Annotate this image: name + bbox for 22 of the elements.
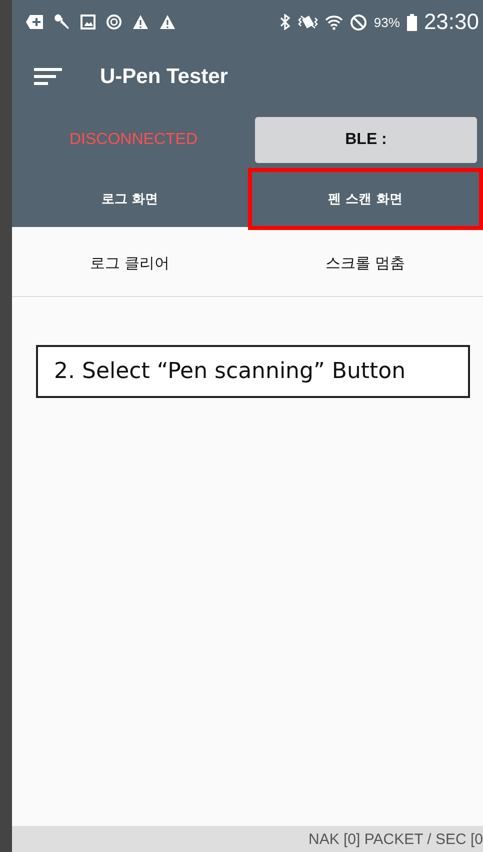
wifi-icon [324, 14, 343, 30]
image-icon [80, 14, 96, 30]
battery-percent: 93% [374, 14, 400, 30]
connection-status: DISCONNECTED [68, 131, 198, 149]
vibrate-icon [298, 14, 318, 30]
battery-icon [406, 14, 417, 30]
packet-stats: NAK [0] PACKET / SEC [0 [308, 830, 483, 848]
bluetooth-icon [278, 14, 291, 30]
action-button[interactable]: 스크롤 멈춤 [248, 230, 483, 296]
timer-icon [106, 14, 122, 30]
menu-icon[interactable] [34, 67, 62, 87]
add-icon [26, 14, 44, 30]
tab[interactable]: 펜 스캔 화면 [248, 170, 483, 230]
app-title: U-Pen Tester [100, 65, 228, 89]
clock-time: 23:30 [424, 9, 479, 35]
callout-box: 2. Select “Pen scanning” Button [36, 345, 470, 398]
warning-icon [159, 14, 176, 30]
ble-button[interactable]: BLE : [255, 117, 477, 163]
blocked-icon [350, 14, 367, 30]
warning-icon [132, 14, 149, 30]
action-button[interactable]: 로그 클리어 [12, 230, 248, 296]
tab[interactable]: 로그 화면 [12, 170, 248, 230]
